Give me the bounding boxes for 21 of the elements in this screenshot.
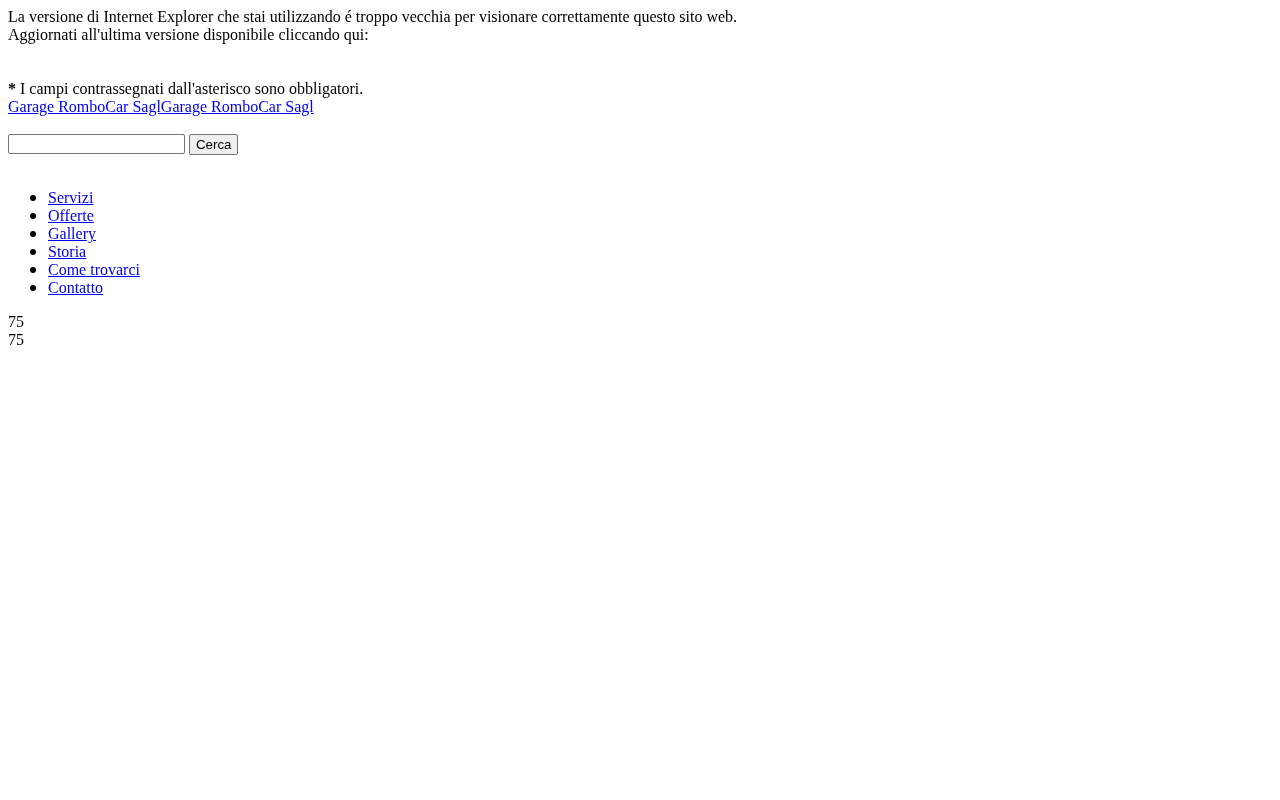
warning-text: La versione di Internet Explorer che stai utilizzando é troppo vecchia per visionare correttamente questo sito web. [8, 8, 738, 25]
nav-link[interactable]: Servizi [48, 189, 94, 207]
nav-link[interactable]: Come trovarci [48, 261, 140, 279]
search-button[interactable]: Cerca [189, 133, 239, 155]
bullet-icon [30, 213, 36, 219]
nav-link[interactable]: Contatto [48, 279, 104, 297]
counter-text: 75 [8, 313, 24, 330]
bullet-icon [30, 231, 36, 237]
site-link[interactable]: Garage RomboCar Sagl [8, 98, 161, 115]
bullet-icon [30, 195, 36, 201]
warning-text: Aggiornati all'ultima versione disponibile cliccando qui: [8, 26, 369, 43]
nav-link[interactable]: Storia [48, 243, 87, 261]
required-note: * I campi contrassegnati dall'asterisco sono obbligatori. [8, 80, 364, 97]
site-link[interactable]: Garage RomboCar Sagl [160, 98, 314, 115]
nav-link[interactable]: Gallery [48, 225, 96, 243]
bullet-icon [30, 267, 36, 273]
bullet-icon [30, 249, 36, 255]
counter-text: 75 [8, 331, 24, 348]
nav-link[interactable]: Offerte [48, 207, 94, 225]
search-field[interactable] [8, 134, 185, 154]
bullet-icon [30, 285, 36, 291]
